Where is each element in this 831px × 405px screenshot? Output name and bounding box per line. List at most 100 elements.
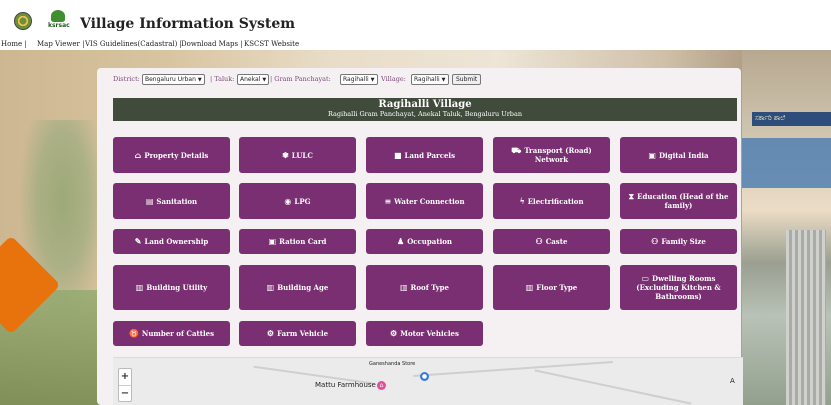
ksrsac-logo: ksrsac (48, 10, 70, 32)
tile-label: Transport (Road) Network (524, 146, 592, 164)
tile-family-size[interactable]: ⚇ Family Size (620, 229, 737, 254)
tile-lulc[interactable]: ✾ LULC (239, 137, 356, 173)
emblem-logo (14, 12, 32, 30)
tile-building-age[interactable]: ▥ Building Age (239, 265, 356, 310)
pencil-icon: ✎ (134, 236, 142, 246)
tile-building-utility[interactable]: ▥ Building Utility (113, 265, 230, 310)
person-icon: ♟ (397, 236, 405, 246)
tile-label-wrap: ⌂ Property Details (134, 149, 209, 160)
store-pin-icon[interactable]: ● (420, 372, 429, 381)
tile-label-wrap: ♟ Occupation (397, 236, 452, 247)
tile-label: Property Details (144, 150, 209, 160)
tile-label: Number of Cattles (141, 329, 215, 338)
square-icon: ■ (393, 149, 402, 160)
zoom-in-button[interactable]: + (119, 369, 131, 385)
tile-dwelling-rooms-excluding-kitchen-bathrooms[interactable]: ▭ Dwelling Rooms (Excluding Kitchen & Bat… (620, 265, 737, 310)
tile-label: LULC (291, 150, 313, 160)
village-subtitle: Ragihalli Gram Panchayat, Anekal Taluk, … (327, 110, 523, 118)
tile-digital-india[interactable]: ▣ Digital India (620, 137, 737, 173)
nav-map-viewer-link[interactable]: Map Viewer | (37, 40, 84, 48)
gram-panchayat-label: | Gram Panchayat: (270, 75, 331, 83)
tile-land-parcels[interactable]: ■ Land Parcels (366, 137, 483, 173)
tile-floor-type[interactable]: ▥ Floor Type (493, 265, 610, 310)
submit-button[interactable]: Submit (452, 74, 482, 85)
tile-label: Land Parcels (404, 150, 456, 160)
tile-label-wrap: ✎ Land Ownership (134, 236, 209, 247)
tile-label: Land Ownership (144, 237, 209, 246)
tile-label-wrap: ♉ Number of Cattles (129, 329, 215, 339)
tile-label-wrap: ⚙ Farm Vehicle (266, 328, 329, 339)
tile-label-wrap: ⚙ Motor Vehicles (390, 328, 459, 339)
leaf-icon (51, 10, 65, 22)
toilet-icon: ▤ (145, 195, 154, 206)
top-nav: Home | Map Viewer | VIS Guidelines(Cadas… (0, 38, 831, 50)
tile-label: Roof Type (410, 283, 450, 292)
chevron-down-icon: ▼ (262, 76, 267, 83)
map-edge-label: A (730, 377, 735, 385)
hourglass-icon: ⧗ (628, 191, 635, 201)
tile-label-wrap: ▣ Ration Card (269, 237, 327, 247)
nav-vis-guidelines-link[interactable]: VIS Guidelines(Cadastral) | (85, 40, 182, 48)
tile-label-wrap: ▥ Building Utility (136, 283, 208, 293)
home-icon: ⌂ (134, 149, 142, 160)
tile-label-wrap: ⧗ Education (Head of the family) (626, 191, 731, 211)
zoom-out-button[interactable]: − (119, 385, 131, 401)
tile-farm-vehicle[interactable]: ⚙ Farm Vehicle (239, 321, 356, 346)
tile-caste[interactable]: ⚇ Caste (493, 229, 610, 254)
map-place-label: Mattu Farmhouse (315, 381, 376, 389)
app-title: Village Information System (80, 16, 296, 32)
tile-label: Family Size (661, 237, 706, 246)
tile-label-wrap: ⚇ Family Size (651, 237, 706, 247)
tile-label: Occupation (407, 237, 452, 246)
taluk-select-value: Anekal (240, 76, 261, 83)
tile-ration-card[interactable]: ▣ Ration Card (239, 229, 356, 254)
village-select-value: Ragihalli (414, 76, 440, 83)
map-place-label: Ganeshanda Store (369, 361, 416, 367)
tile-label: Farm Vehicle (277, 329, 329, 338)
district-label: District: (113, 75, 140, 83)
tile-label-wrap: ⚇ Caste (536, 237, 568, 247)
tile-lpg[interactable]: ◉ LPG (239, 183, 356, 219)
chevron-down-icon: ▼ (197, 76, 202, 83)
nav-home-link[interactable]: Home | (1, 40, 27, 48)
tile-label: Motor Vehicles (400, 329, 459, 338)
tile-label: Water Connection (394, 196, 465, 206)
gram-panchayat-select[interactable]: Ragihalli ▼ (340, 74, 378, 85)
building-icon: ▥ (525, 282, 534, 292)
tile-electrification[interactable]: ϟ Electrification (493, 183, 610, 219)
tile-roof-type[interactable]: ▥ Roof Type (366, 265, 483, 310)
house-pin-icon[interactable]: ⌂ (377, 381, 386, 390)
chevron-down-icon: ▼ (441, 76, 446, 83)
tile-label-wrap: ≡ Water Connection (384, 196, 465, 206)
tile-land-ownership[interactable]: ✎ Land Ownership (113, 229, 230, 254)
building-icon: ▥ (266, 282, 275, 292)
map-view[interactable]: Ganeshanda Store ● Mattu Farmhouse ⌂ A (113, 357, 743, 405)
tile-water-connection[interactable]: ≡ Water Connection (366, 183, 483, 219)
nav-kscst-link[interactable]: KSCST Website (244, 40, 299, 48)
tile-label: Building Utility (146, 283, 208, 292)
tile-number-of-cattles[interactable]: ♉ Number of Cattles (113, 321, 230, 346)
motorcycle-icon: ⚙ (390, 328, 398, 338)
village-select[interactable]: Ragihalli ▼ (411, 74, 449, 85)
district-select[interactable]: Bengaluru Urban ▼ (142, 74, 205, 85)
seedling-icon: ✾ (282, 149, 289, 160)
tile-sanitation[interactable]: ▤ Sanitation (113, 183, 230, 219)
tile-motor-vehicles[interactable]: ⚙ Motor Vehicles (366, 321, 483, 346)
tile-occupation[interactable]: ♟ Occupation (366, 229, 483, 254)
tile-label-wrap: ▥ Floor Type (525, 282, 578, 293)
school-building-photo: ಸರ್ಕಾರಿ ಶಾಲೆ (742, 50, 831, 405)
tile-property-details[interactable]: ⌂ Property Details (113, 137, 230, 173)
tile-label: Building Age (277, 283, 329, 292)
tractor-icon: ⚙ (266, 328, 275, 338)
tile-label: Sanitation (156, 196, 198, 206)
nav-download-maps-link[interactable]: Download Maps | (181, 40, 243, 48)
tile-label-wrap: ▥ Roof Type (400, 283, 450, 293)
tile-transport-road-network[interactable]: ⛟ Transport (Road) Network (493, 137, 610, 173)
tile-education-head-of-the-family[interactable]: ⧗ Education (Head of the family) (620, 183, 737, 219)
tile-label-wrap: ⛟ Transport (Road) Network (499, 146, 604, 165)
tile-label: LPG (294, 196, 311, 206)
taluk-select[interactable]: Anekal ▼ (237, 74, 270, 85)
tile-label-wrap: ϟ Electrification (519, 196, 583, 206)
tile-label: Education (Head of the family) (637, 192, 729, 210)
map-road (413, 361, 613, 377)
